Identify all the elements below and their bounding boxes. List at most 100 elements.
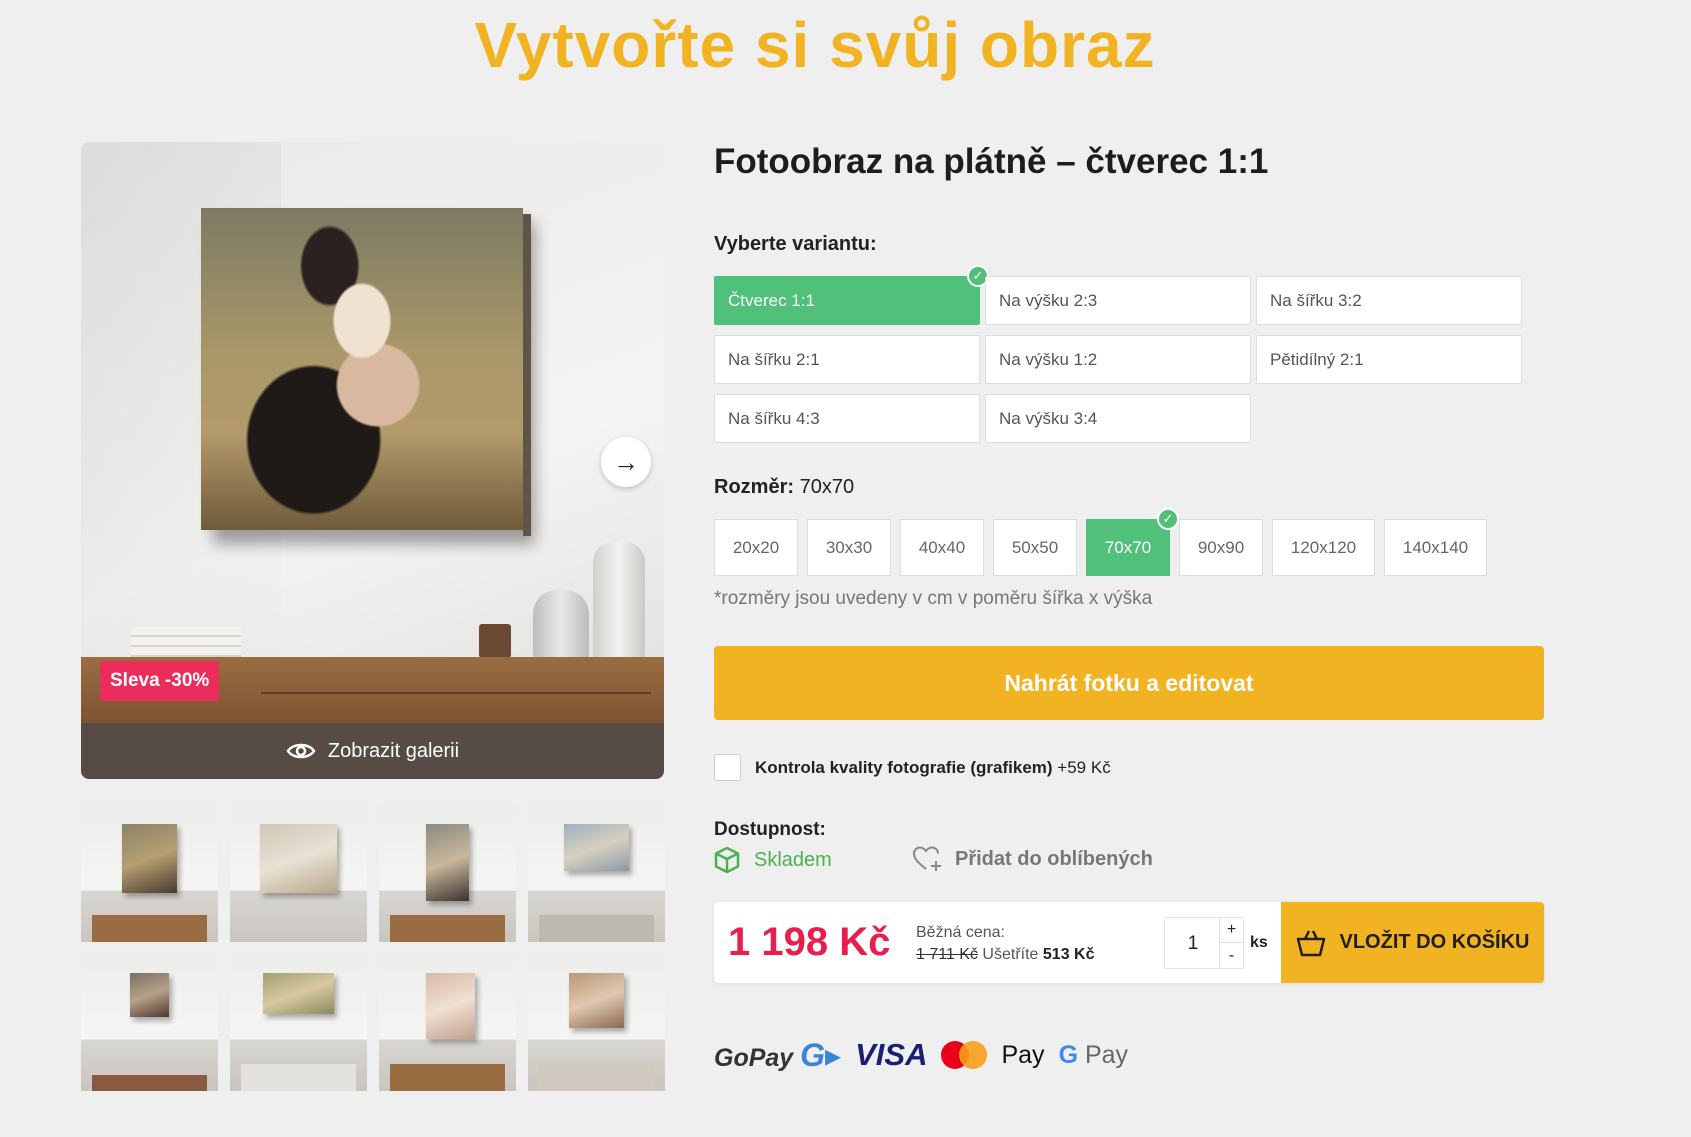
basket-icon — [1296, 929, 1325, 956]
size-options: 20x20 30x30 40x40 50x50 70x70 ✓ 90x90 120… — [714, 508, 1487, 576]
variant-option[interactable]: Na šířku 2:1 — [714, 335, 980, 384]
apple-pay-label: Pay — [1001, 1040, 1045, 1069]
size-option-label: 140x140 — [1402, 537, 1469, 557]
size-note: *rozměry jsou uvedeny v cm v poměru šířk… — [714, 588, 1153, 609]
buy-box: 1 198 Kč Běžná cena: 1 711 Kč Ušetříte 5… — [714, 902, 1544, 983]
size-label: Rozměr: 70x70 — [714, 476, 854, 499]
page-title: Vytvořte si svůj obraz — [474, 9, 1156, 81]
discount-badge: Sleva -30% — [100, 661, 220, 701]
thumbnail[interactable] — [81, 805, 218, 942]
google-pay-logo: G Pay — [1059, 1041, 1129, 1070]
quantity-stepper: 1 + - — [1164, 917, 1244, 969]
apple-pay-logo: Pay — [1001, 1041, 1044, 1070]
size-option-label: 20x20 — [732, 537, 780, 557]
quality-check-label: Kontrola kvality fotografie (grafikem) +… — [755, 758, 1111, 778]
gallery-label: Zobrazit galerii — [327, 739, 460, 762]
save-label: Ušetříte — [982, 946, 1039, 963]
variant-option[interactable]: Na šířku 4:3 — [714, 394, 980, 443]
variant-option[interactable]: Čtverec 1:1 ✓ — [714, 265, 989, 325]
size-option[interactable]: 50x50 — [993, 519, 1077, 576]
size-option-label: 40x40 — [918, 537, 966, 557]
quantity-input[interactable]: 1 — [1165, 918, 1221, 970]
decor-vase — [593, 542, 645, 662]
size-option[interactable]: 20x20 — [714, 519, 798, 576]
check-icon: ✓ — [1157, 508, 1179, 530]
google-pay-label: Pay — [1084, 1040, 1129, 1069]
size-option[interactable]: 90x90 — [1179, 519, 1263, 576]
quality-check-row: Kontrola kvality fotografie (grafikem) +… — [714, 754, 1111, 781]
upload-photo-button[interactable]: Nahrát fotku a editovat — [714, 646, 1544, 720]
box-icon — [714, 846, 740, 874]
canvas-edge — [523, 214, 531, 536]
thumbnail[interactable] — [528, 954, 665, 1091]
quantity-unit: ks — [1250, 934, 1268, 951]
size-current-value: 70x70 — [799, 476, 855, 498]
add-to-cart-label: VLOŽIT DO KOŠÍKU — [1339, 931, 1530, 953]
save-amount: 513 Kč — [1042, 946, 1095, 963]
payment-methods: GoPay G▸ VISA Pay G Pay — [714, 1036, 1128, 1074]
thumbnail[interactable] — [230, 954, 367, 1091]
variant-option-label: Na výšku 3:4 — [999, 408, 1098, 428]
variant-option-label: Čtverec 1:1 — [728, 290, 815, 310]
mastercard-logo — [941, 1041, 988, 1069]
variant-option-label: Na šířku 4:3 — [728, 408, 820, 428]
variant-option-label: Na šířku 2:1 — [728, 349, 820, 369]
variant-option[interactable]: Pětidílný 2:1 — [1256, 335, 1522, 384]
canvas-photo — [201, 208, 523, 530]
add-to-cart-button[interactable]: VLOŽIT DO KOŠÍKU — [1281, 902, 1544, 983]
thumbnail[interactable] — [81, 954, 218, 1091]
variant-option-label: Na výšku 2:3 — [999, 290, 1098, 310]
favorite-label: Přidat do oblíbených — [955, 847, 1153, 870]
thumbnail[interactable] — [528, 805, 665, 942]
product-main-image[interactable]: → Sleva -30% Zobrazit galerii — [81, 142, 664, 779]
size-option-label: 120x120 — [1290, 537, 1357, 557]
variant-option-label: Pětidílný 2:1 — [1270, 349, 1364, 369]
variant-option-label: Na šířku 3:2 — [1270, 290, 1362, 310]
size-option[interactable]: 40x40 — [900, 519, 984, 576]
size-option[interactable]: 140x140 — [1384, 519, 1487, 576]
quantity-increase-button[interactable]: + — [1219, 918, 1243, 943]
regular-price-block: Běžná cena: 1 711 Kč Ušetříte 513 Kč — [916, 922, 1094, 966]
quantity-decrease-button[interactable]: - — [1219, 943, 1243, 968]
size-option[interactable]: 70x70 ✓ — [1086, 508, 1179, 576]
google-g-icon: G — [1058, 1040, 1079, 1069]
variant-option-label: Na výšku 1:2 — [999, 349, 1098, 369]
stock-status: Skladem — [714, 846, 832, 874]
next-image-button[interactable]: → — [601, 437, 651, 487]
decor-books — [131, 627, 241, 657]
variant-label: Vyberte variantu: — [714, 233, 877, 255]
product-title: Fotoobraz na plátně – čtverec 1:1 — [714, 142, 1269, 181]
size-option-label: 90x90 — [1197, 537, 1245, 557]
size-option[interactable]: 30x30 — [807, 519, 891, 576]
variant-option[interactable]: Na výšku 2:3 — [985, 276, 1251, 325]
stock-status-label: Skladem — [754, 848, 832, 871]
visa-logo: VISA — [855, 1037, 928, 1072]
thumbnail[interactable] — [379, 805, 516, 942]
variant-options: Čtverec 1:1 ✓ Na výšku 2:3 Na šířku 3:2 N… — [714, 265, 1522, 443]
thumbnail-grid — [81, 805, 665, 1091]
price: 1 198 Kč — [728, 920, 891, 964]
eye-icon — [286, 743, 316, 759]
thumbnail[interactable] — [379, 954, 516, 1091]
gopay-logo: GoPay G▸ — [714, 1037, 842, 1073]
size-option-label: 30x30 — [825, 537, 873, 557]
variant-option[interactable]: Na výšku 3:4 — [985, 394, 1251, 443]
quality-check-title: Kontrola kvality fotografie (grafikem) — [755, 757, 1053, 777]
quality-check-price: +59 Kč — [1057, 757, 1111, 777]
regular-price: 1 711 Kč — [916, 946, 978, 963]
arrow-right-icon: → — [613, 446, 639, 477]
variant-option[interactable]: Na výšku 1:2 — [985, 335, 1251, 384]
sideboard-line — [261, 692, 651, 694]
decor-jar — [479, 624, 511, 658]
variant-option[interactable]: Na šířku 3:2 — [1256, 276, 1522, 325]
thumbnail[interactable] — [230, 805, 367, 942]
size-label-title: Rozměr: — [714, 476, 795, 498]
show-gallery-button[interactable]: Zobrazit galerii — [81, 723, 664, 779]
decor-vase-small — [533, 590, 589, 662]
regular-price-label: Běžná cena: — [916, 924, 1005, 941]
size-option[interactable]: 120x120 — [1272, 519, 1375, 576]
add-to-favorites-button[interactable]: Přidat do oblíbených — [913, 846, 1153, 872]
size-option-label: 70x70 — [1104, 537, 1152, 557]
quality-check-checkbox[interactable] — [714, 754, 741, 781]
heart-plus-icon — [913, 846, 941, 871]
